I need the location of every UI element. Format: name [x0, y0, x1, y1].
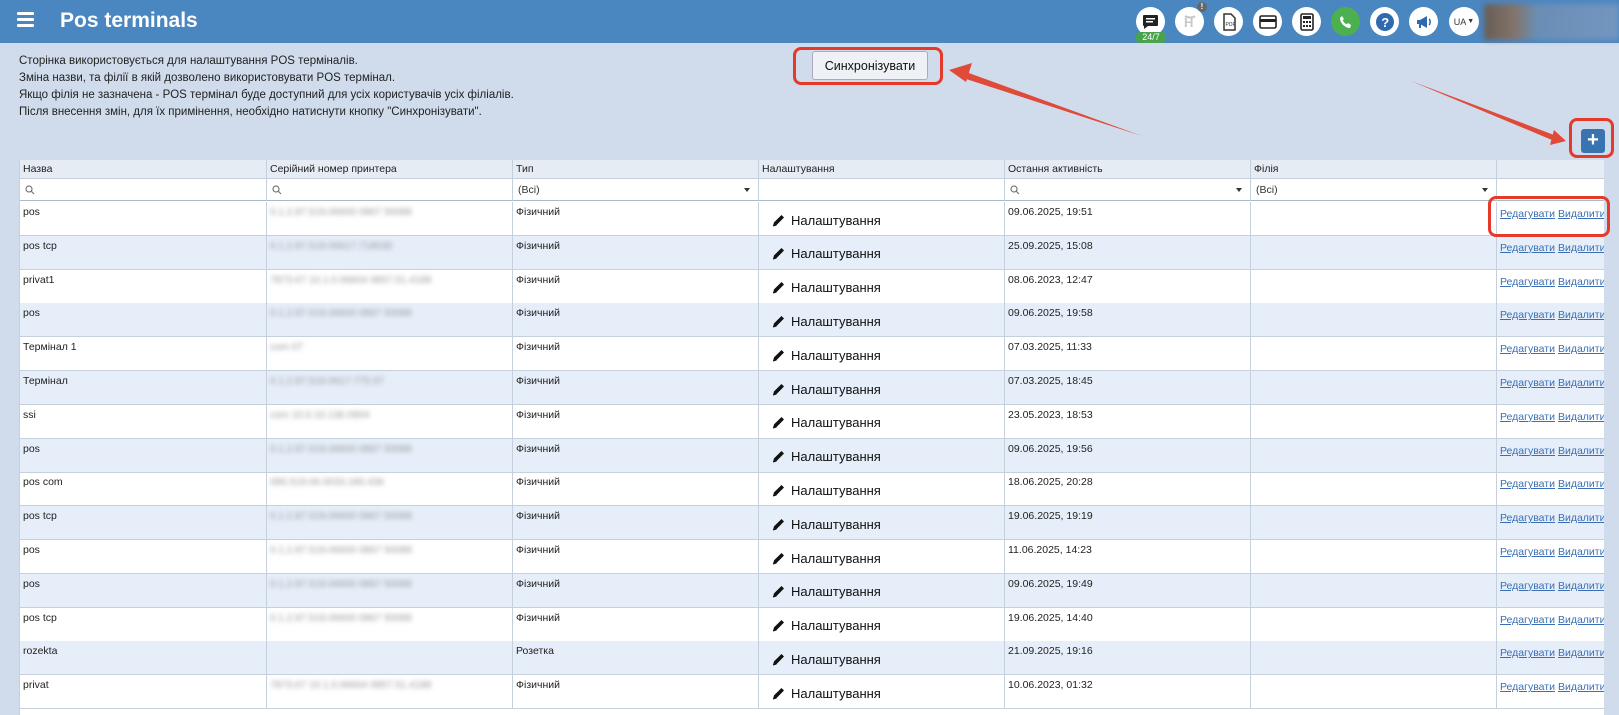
annotation-arrows	[949, 63, 1566, 145]
